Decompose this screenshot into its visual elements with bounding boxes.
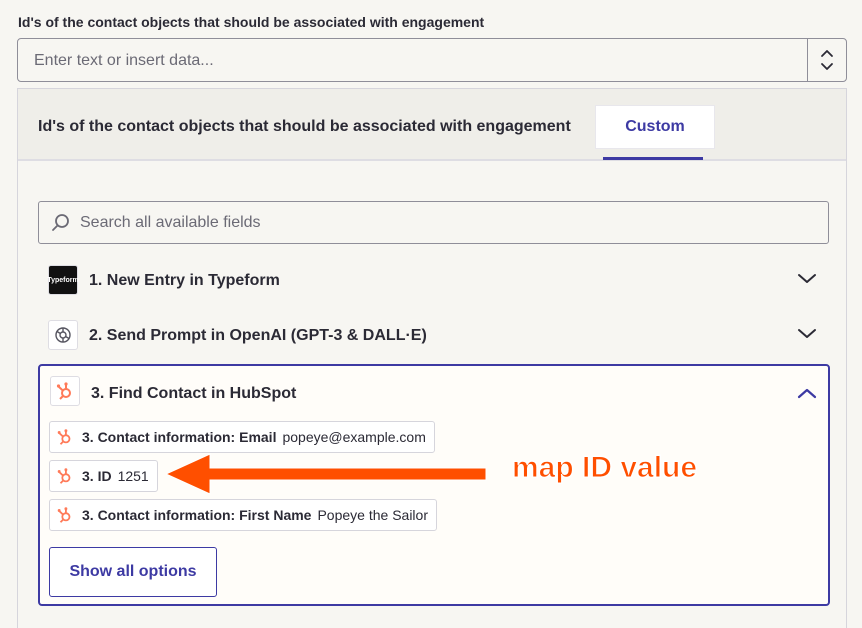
input-placeholder: Enter text or insert data... (34, 52, 214, 69)
panel-title: Id's of the contact objects that should … (38, 118, 571, 135)
typeform-logo-text: Typeform (47, 276, 79, 284)
chevron-down-icon (798, 329, 816, 338)
option-contact-first-name[interactable]: 3. Contact information: First Name Popey… (49, 499, 437, 531)
openai-icon (48, 320, 78, 350)
step-label: 1. New Entry in Typeform (89, 272, 280, 289)
tab-custom[interactable]: Custom (595, 105, 715, 149)
search-placeholder: Search all available fields (80, 214, 261, 231)
chevron-down-icon (798, 274, 816, 283)
hubspot-icon (57, 429, 71, 445)
option-key: 3. ID (82, 468, 112, 484)
option-value: Popeye the Sailor (317, 507, 428, 523)
field-search-input[interactable]: Search all available fields (38, 201, 829, 244)
step-row-typeform[interactable]: Typeform 1. New Entry in Typeform (47, 261, 818, 301)
hubspot-icon (57, 507, 71, 523)
field-type-toggle[interactable] (807, 39, 846, 81)
option-contact-email[interactable]: 3. Contact information: Email popeye@exa… (49, 421, 435, 453)
show-all-options-button[interactable]: Show all options (49, 547, 217, 597)
search-icon (52, 214, 69, 231)
step-row-openai[interactable]: 2. Send Prompt in OpenAI (GPT-3 & DALL·E… (48, 316, 818, 356)
step-label[interactable]: 3. Find Contact in HubSpot (91, 385, 296, 403)
chevron-up-icon[interactable] (796, 386, 818, 400)
option-key: 3. Contact information: Email (82, 429, 277, 445)
hubspot-icon (50, 376, 80, 406)
typeform-icon: Typeform (47, 265, 79, 295)
step-label: 2. Send Prompt in OpenAI (GPT-3 & DALL·E… (89, 327, 427, 344)
panel-header: Id's of the contact objects that should … (18, 89, 846, 161)
chevron-up-down-icon (821, 50, 833, 70)
option-value: 1251 (117, 468, 149, 484)
option-key: 3. Contact information: First Name (82, 507, 312, 523)
active-tab-indicator (603, 157, 703, 160)
hubspot-icon (57, 468, 71, 484)
annotation-arrow-icon (166, 453, 487, 495)
engagement-contact-ids-input[interactable]: Enter text or insert data... (17, 38, 847, 82)
data-picker-panel: Id's of the contact objects that should … (17, 88, 847, 628)
option-id[interactable]: 3. ID 1251 (49, 460, 158, 492)
field-label: Id's of the contact objects that should … (18, 14, 485, 30)
annotation-text: map ID value (511, 451, 698, 485)
option-value: popeye@example.com (282, 429, 426, 445)
